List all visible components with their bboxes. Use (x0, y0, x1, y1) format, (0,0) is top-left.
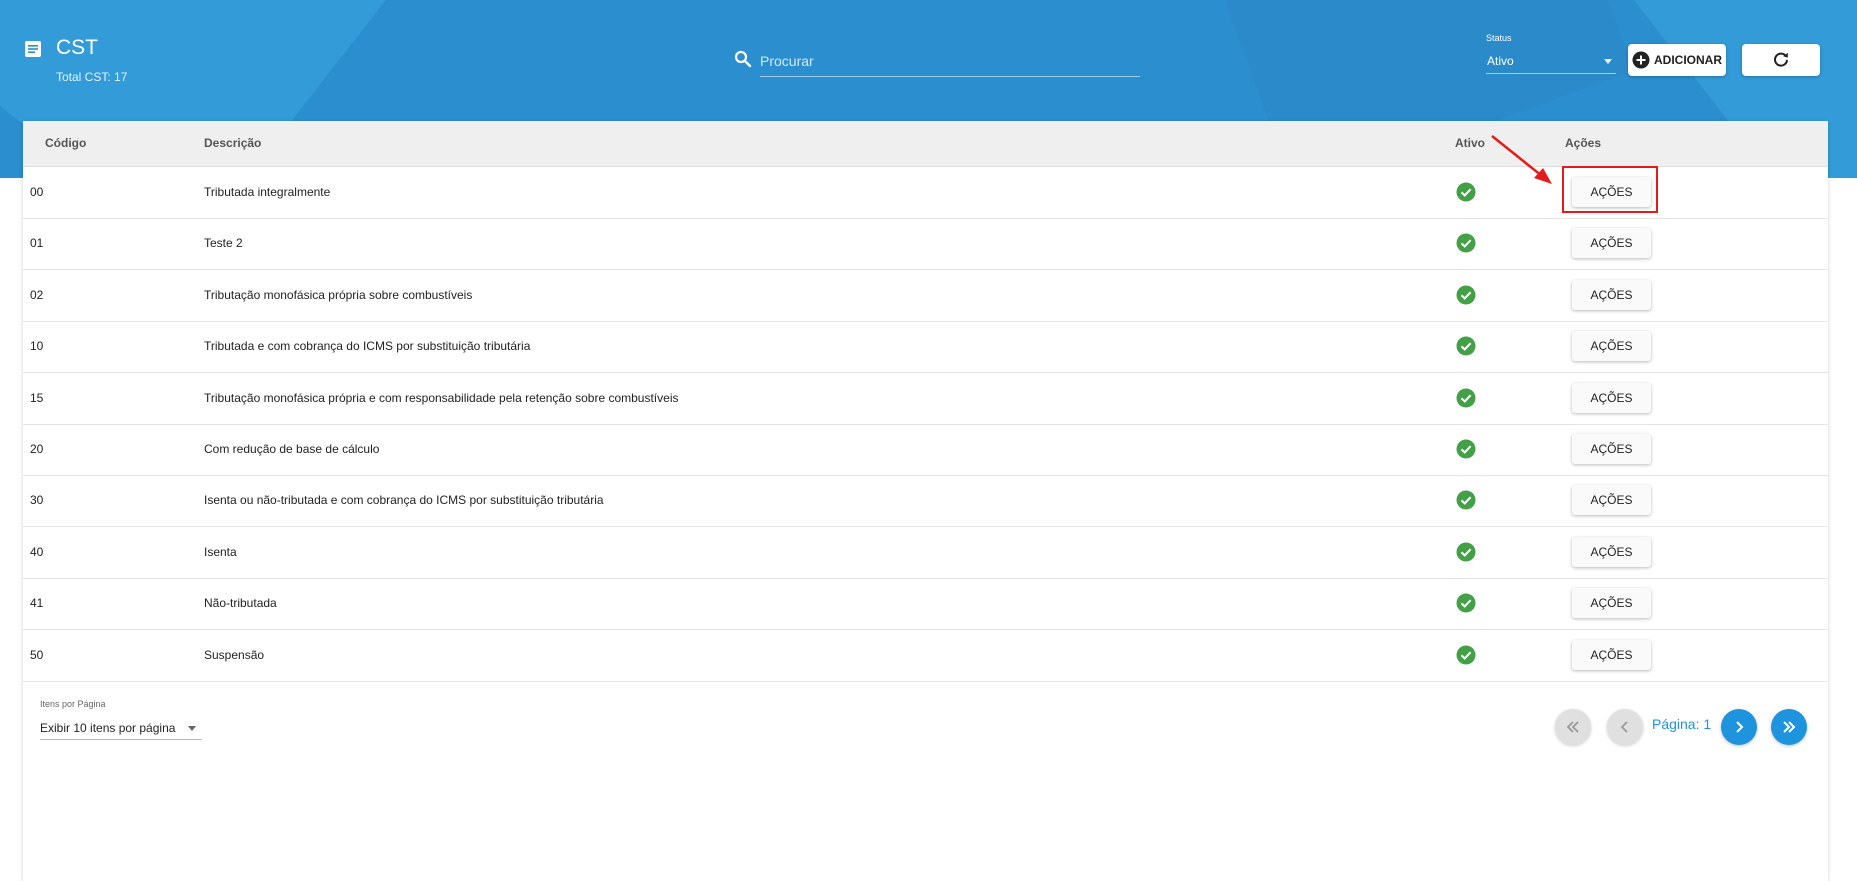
page-indicator: Página: 1 (1652, 716, 1712, 732)
cell-descricao: Tributada integralmente (204, 185, 331, 199)
add-button-label: ADICIONAR (1654, 53, 1722, 67)
cell-codigo: 30 (30, 493, 44, 508)
cell-descricao: Tributada e com cobrança do ICMS por sub… (204, 339, 531, 354)
last-page-button[interactable] (1771, 709, 1807, 745)
chevron-down-icon (188, 726, 196, 731)
double-chevron-right-icon (1783, 721, 1796, 733)
acoes-button[interactable]: AÇÕES (1572, 588, 1651, 619)
check-circle-icon (1456, 233, 1476, 253)
cell-descricao: Tributação monofásica própria sobre comb… (204, 287, 473, 302)
refresh-icon (1774, 52, 1788, 67)
check-circle-icon (1456, 388, 1476, 408)
status-label: Status (1486, 33, 1512, 43)
column-header-ativo: Ativo (1455, 136, 1485, 150)
table-row: 41 Não-tributada AÇÕES (23, 578, 1828, 631)
column-header-descricao: Descrição (204, 136, 262, 150)
check-circle-icon (1456, 336, 1476, 356)
cell-descricao: Isenta (204, 544, 237, 559)
search-input[interactable] (760, 46, 1140, 77)
items-per-page-label: Itens por Página (40, 699, 106, 709)
add-button[interactable]: ADICIONAR (1628, 44, 1726, 76)
check-circle-icon (1456, 285, 1476, 305)
chevron-left-icon (1620, 721, 1628, 733)
chevron-right-icon (1736, 721, 1744, 733)
items-per-page-select[interactable]: Exibir 10 itens por página (40, 715, 202, 740)
cell-descricao: Tributação monofásica própria e com resp… (204, 390, 679, 405)
items-per-page-value: Exibir 10 itens por página (40, 721, 176, 735)
cell-codigo: 41 (30, 596, 44, 611)
table-row: 50 Suspensão AÇÕES (23, 630, 1828, 682)
status-filter: Status Ativo (1486, 33, 1616, 74)
next-page-button[interactable] (1721, 709, 1757, 745)
document-icon (25, 41, 41, 57)
table-row: 10 Tributada e com cobrança do ICMS por s… (23, 321, 1828, 374)
acoes-button[interactable]: AÇÕES (1572, 279, 1651, 310)
chevron-down-icon (1604, 59, 1612, 64)
cell-codigo: 10 (30, 339, 44, 354)
cst-table-card: Código Descrição Ativo Ações 00 Tributada… (23, 121, 1828, 881)
cell-descricao: Suspensão (204, 647, 265, 662)
red-arrow-annotation (1491, 135, 1552, 184)
cell-codigo: 02 (30, 287, 44, 302)
table-row: 40 Isenta AÇÕES (23, 527, 1828, 579)
check-circle-icon (1456, 490, 1476, 510)
cell-descricao: Teste 2 (204, 236, 243, 251)
cell-codigo: 50 (30, 647, 44, 662)
acoes-button[interactable]: AÇÕES (1572, 536, 1651, 567)
table-row: 01 Teste 2 AÇÕES (23, 218, 1828, 271)
double-chevron-left-icon (1566, 721, 1579, 733)
column-header-codigo: Código (45, 136, 87, 150)
acoes-button[interactable]: AÇÕES (1572, 177, 1651, 207)
page-title: CST (56, 36, 98, 59)
status-value: Ativo (1487, 54, 1514, 68)
check-circle-icon (1456, 182, 1476, 202)
cell-descricao: Isenta ou não-tributada e com cobrança d… (204, 493, 604, 508)
cell-codigo: 00 (30, 185, 44, 199)
cell-codigo: 15 (30, 390, 44, 405)
status-select[interactable]: Ativo (1486, 51, 1616, 74)
table-row: 02 Tributação monofásica própria sobre co… (23, 270, 1828, 322)
check-circle-icon (1456, 645, 1476, 665)
check-circle-icon (1456, 439, 1476, 459)
cell-codigo: 20 (30, 442, 44, 456)
first-page-button[interactable] (1555, 709, 1591, 745)
add-circle-icon (1632, 51, 1650, 69)
acoes-button[interactable]: AÇÕES (1572, 485, 1651, 516)
search-bar (734, 46, 1142, 78)
table-row: 15 Tributação monofásica própria e com re… (23, 373, 1828, 425)
cell-descricao: Não-tributada (204, 596, 277, 611)
column-header-acoes: Ações (1565, 136, 1602, 150)
previous-page-button[interactable] (1607, 709, 1643, 745)
search-icon (734, 50, 752, 68)
table-row: 30 Isenta ou não-tributada e com cobrança… (23, 475, 1828, 528)
cell-descricao: Com redução de base de cálculo (204, 442, 380, 456)
refresh-button[interactable] (1742, 44, 1820, 76)
check-circle-icon (1456, 593, 1476, 613)
cell-codigo: 01 (30, 236, 44, 251)
total-count: Total CST: 17 (56, 70, 128, 84)
acoes-button[interactable]: AÇÕES (1572, 228, 1651, 259)
acoes-button[interactable]: AÇÕES (1572, 639, 1651, 670)
cell-codigo: 40 (30, 544, 44, 559)
table-row: 20 Com redução de base de cálculo AÇÕES (23, 424, 1828, 476)
acoes-button[interactable]: AÇÕES (1572, 434, 1651, 464)
acoes-button[interactable]: AÇÕES (1572, 382, 1651, 413)
check-circle-icon (1456, 542, 1476, 562)
acoes-button[interactable]: AÇÕES (1572, 331, 1651, 362)
